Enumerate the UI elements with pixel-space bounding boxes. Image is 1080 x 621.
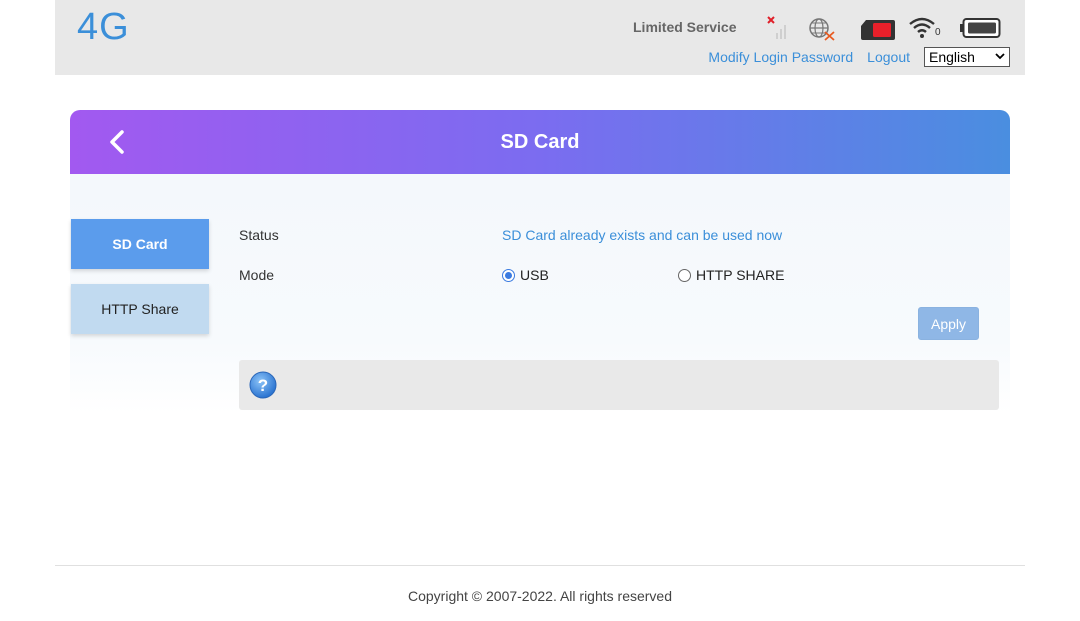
language-select[interactable]: English: [924, 47, 1010, 67]
tab-http-share[interactable]: HTTP Share: [71, 284, 209, 334]
mode-option-http-share[interactable]: HTTP SHARE: [678, 267, 784, 283]
mode-option-usb[interactable]: USB: [502, 267, 549, 283]
logout-link[interactable]: Logout: [867, 49, 910, 65]
apply-button[interactable]: Apply: [918, 307, 979, 340]
usb-radio[interactable]: [502, 268, 515, 282]
status-value: SD Card already exists and can be used n…: [502, 227, 783, 243]
mode-label: Mode: [239, 267, 275, 283]
tab-sd-card[interactable]: SD Card: [71, 219, 209, 269]
globe-disconnected-icon: [807, 14, 837, 42]
wifi-client-count: 0: [935, 27, 941, 38]
svg-text:?: ?: [258, 376, 268, 395]
page-title: SD Card: [500, 131, 580, 153]
logo-4g: 4G: [77, 6, 130, 48]
network-status-text: Limited Service: [633, 19, 737, 35]
wifi-icon: 0: [908, 14, 942, 42]
page-banner: SD Card: [70, 110, 1010, 174]
sd-card-panel: SD Card HTTP Share Status SD Card alread…: [70, 174, 1010, 414]
help-question-icon[interactable]: ?: [249, 371, 277, 399]
language-select-value: English: [929, 49, 975, 65]
help-panel: ?: [239, 360, 999, 410]
header-links: Modify Login Password Logout English: [708, 47, 1010, 67]
modify-login-password-link[interactable]: Modify Login Password: [708, 49, 853, 65]
chevron-down-icon: [995, 52, 1005, 63]
usb-radio-label: USB: [520, 267, 549, 283]
footer-divider: [55, 565, 1025, 566]
copyright-text: Copyright © 2007-2022. All rights reserv…: [407, 588, 672, 604]
http-share-radio-label: HTTP SHARE: [696, 267, 785, 283]
sim-card-icon: [860, 14, 896, 42]
http-share-radio[interactable]: [678, 268, 691, 282]
battery-icon: [960, 14, 1002, 42]
status-label: Status: [239, 227, 279, 243]
top-header: 4G Limited Service 0 Modify Login Passwo…: [55, 0, 1025, 75]
signal-no-service-icon: [765, 14, 791, 42]
